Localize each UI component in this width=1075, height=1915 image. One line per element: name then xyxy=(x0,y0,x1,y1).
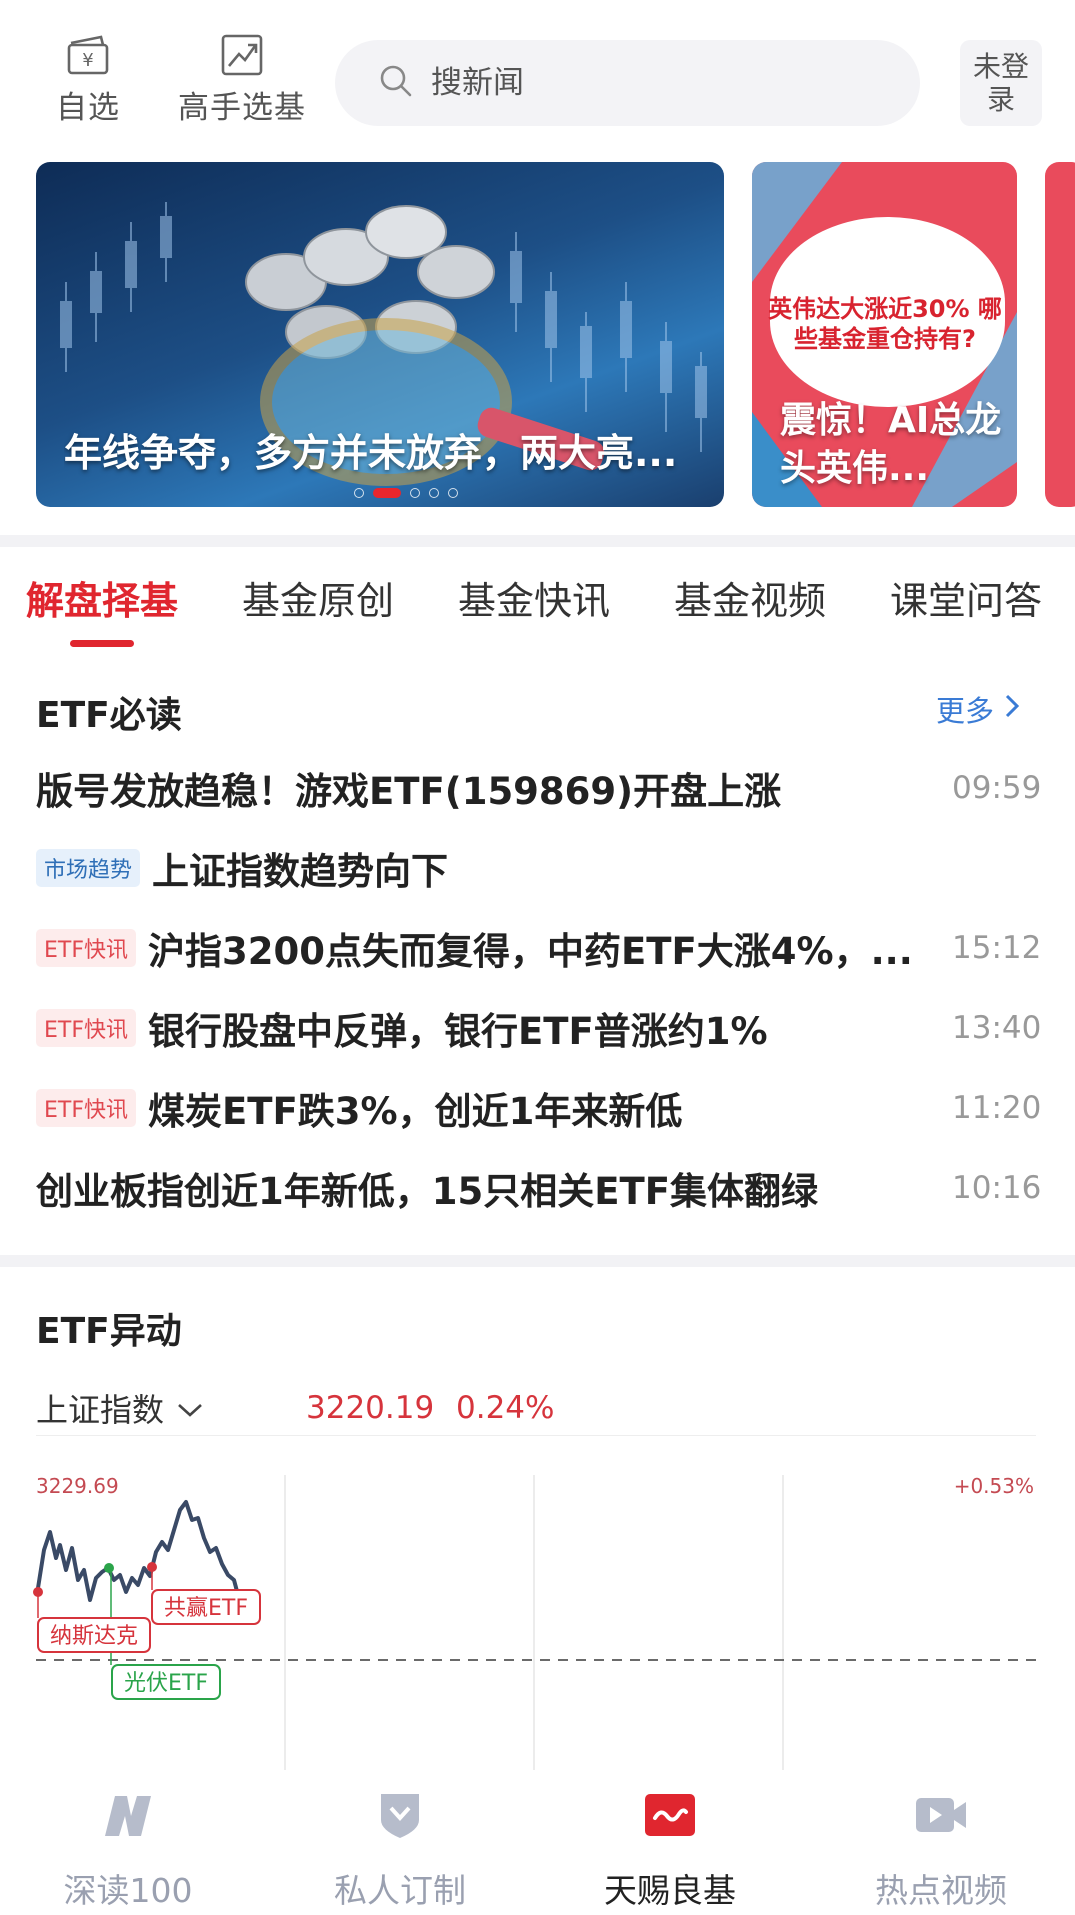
active-tab-indicator xyxy=(70,640,134,647)
price-line xyxy=(36,1500,240,1602)
news-item[interactable]: ETF快讯 银行股盘中反弹，银行ETF普涨约1% 13:40 xyxy=(36,998,1042,1058)
nav-label: 私人订制 xyxy=(334,1871,466,1910)
marker-label: 共赢ETF xyxy=(164,1596,248,1621)
watchlist-label: 自选 xyxy=(56,90,120,126)
news-time: 11:20 xyxy=(952,1090,1042,1126)
news-title: 上证指数趋势向下 xyxy=(152,850,449,893)
news-time: 09:59 xyxy=(952,770,1042,806)
news-item[interactable]: 版号发放趋稳！游戏ETF(159869)开盘上涨 09:59 xyxy=(36,758,1042,818)
news-title: 创业板指创近1年新低，15只相关ETF集体翻绿 xyxy=(36,1170,819,1213)
news-item[interactable]: ETF快讯 沪指3200点失而复得，中药ETF大涨4%，... 15:12 xyxy=(36,918,1042,978)
intraday-chart: 3229.69 +0.53% 纳斯达克 光伏ETF 共赢ETF xyxy=(0,1460,1075,1770)
chart-max-pct-label: +0.53% xyxy=(954,1474,1034,1498)
section-divider xyxy=(0,1255,1075,1267)
shield-check-icon xyxy=(373,1788,427,1842)
news-title: 沪指3200点失而复得，中药ETF大涨4%，... xyxy=(148,930,913,973)
news-tag: ETF快讯 xyxy=(36,929,136,967)
index-value: 3220.19 xyxy=(306,1389,435,1426)
news-item[interactable]: 创业板指创近1年新低，15只相关ETF集体翻绿 10:16 xyxy=(36,1158,1042,1218)
trend-wave-icon xyxy=(643,1788,697,1842)
banner-slide-nvidia[interactable]: 英伟达大涨近30% 哪些基金重仓持有? 震惊！AI总龙头英伟... xyxy=(752,162,1017,507)
marker-dot xyxy=(104,1563,114,1573)
index-selector-row[interactable]: 上证指数 3220.19 0.24% xyxy=(36,1380,1036,1436)
trend-chart-icon xyxy=(217,30,267,80)
carousel-dot-active xyxy=(373,488,401,498)
expert-picks-button[interactable]: 高手选基 xyxy=(172,30,312,127)
index-name: 上证指数 xyxy=(36,1390,165,1429)
banner-slide-peek[interactable] xyxy=(1045,162,1075,507)
banner-slide[interactable]: 年线争夺，多方并未放弃，两大亮... xyxy=(36,162,724,507)
etf-read-title: ETF必读 xyxy=(36,695,182,736)
index-dropdown[interactable]: 上证指数 xyxy=(36,1385,204,1431)
chevron-right-icon xyxy=(1004,692,1020,726)
carousel-dot xyxy=(410,488,420,498)
nav-good-funds[interactable]: 天赐良基 xyxy=(555,1788,785,1912)
carousel-dot xyxy=(448,488,458,498)
news-time: 13:40 xyxy=(952,1010,1042,1046)
news-tag: ETF快讯 xyxy=(36,1089,136,1127)
video-camera-icon xyxy=(914,1788,968,1842)
top-bar: ¥ 自选 高手选基 未登录 xyxy=(0,0,1075,150)
carousel-dot xyxy=(354,488,364,498)
nav-label: 天赐良基 xyxy=(604,1871,736,1910)
news-tag: ETF快讯 xyxy=(36,1009,136,1047)
news-title: 银行股盘中反弹，银行ETF普涨约1% xyxy=(148,1010,768,1053)
nav-deep-read[interactable]: 深读100 xyxy=(13,1788,243,1912)
svg-text:¥: ¥ xyxy=(82,50,93,71)
news-time: 10:16 xyxy=(952,1170,1042,1206)
wallet-icon: ¥ xyxy=(63,30,113,80)
chart-max-label: 3229.69 xyxy=(36,1474,119,1498)
section-divider xyxy=(0,535,1075,547)
search-icon xyxy=(379,64,413,102)
banner-carousel[interactable]: 年线争夺，多方并未放弃，两大亮... 英伟达大涨近30% 哪些基金重仓持有? 震… xyxy=(0,162,1075,507)
news-title: 煤炭ETF跌3%，创近1年来新低 xyxy=(148,1090,683,1133)
search-bar[interactable] xyxy=(335,40,920,126)
banner-caption: 年线争夺，多方并未放弃，两大亮... xyxy=(64,431,678,475)
watchlist-button[interactable]: ¥ 自选 xyxy=(52,30,124,127)
search-input[interactable] xyxy=(431,65,881,101)
marker-label: 光伏ETF xyxy=(124,1671,208,1696)
more-link[interactable]: 更多 xyxy=(936,688,1020,730)
deep-read-icon xyxy=(101,1788,155,1842)
tab-fund-original[interactable]: 基金原创 xyxy=(242,570,394,625)
news-item[interactable]: 市场趋势 上证指数趋势向下 xyxy=(36,838,1036,898)
chevron-down-icon xyxy=(176,1389,204,1427)
carousel-indicator xyxy=(354,488,458,498)
nav-private-custom[interactable]: 私人订制 xyxy=(285,1788,515,1912)
news-tag: 市场趋势 xyxy=(36,849,141,887)
category-tabs: 解盘择基 基金原创 基金快讯 基金视频 课堂问答 xyxy=(0,548,1075,648)
nav-label: 热点视频 xyxy=(875,1871,1007,1910)
etf-move-title: ETF异动 xyxy=(36,1311,182,1352)
tab-market-analysis[interactable]: 解盘择基 xyxy=(26,570,178,625)
banner-headline: 英伟达大涨近30% 哪些基金重仓持有? xyxy=(768,295,1002,353)
index-change: 0.24% xyxy=(456,1389,555,1426)
news-item[interactable]: ETF快讯 煤炭ETF跌3%，创近1年来新低 11:20 xyxy=(36,1078,1042,1138)
nav-label: 深读100 xyxy=(63,1871,193,1910)
bottom-navigation: 深读100 私人订制 天赐良基 热点视频 xyxy=(0,1770,1075,1915)
tab-class-qa[interactable]: 课堂问答 xyxy=(890,570,1042,625)
nav-hot-video[interactable]: 热点视频 xyxy=(826,1788,1056,1912)
marker-label: 纳斯达克 xyxy=(50,1624,138,1649)
news-time: 15:12 xyxy=(952,930,1042,966)
expert-picks-label: 高手选基 xyxy=(178,90,306,126)
banner-caption: 震惊！AI总龙头英伟... xyxy=(780,400,1002,489)
news-title: 版号发放趋稳！游戏ETF(159869)开盘上涨 xyxy=(36,770,782,813)
carousel-dot xyxy=(429,488,439,498)
tab-fund-flash[interactable]: 基金快讯 xyxy=(458,570,610,625)
tab-fund-video[interactable]: 基金视频 xyxy=(674,570,826,625)
more-label: 更多 xyxy=(936,694,995,728)
login-button[interactable]: 未登录 xyxy=(960,40,1042,126)
